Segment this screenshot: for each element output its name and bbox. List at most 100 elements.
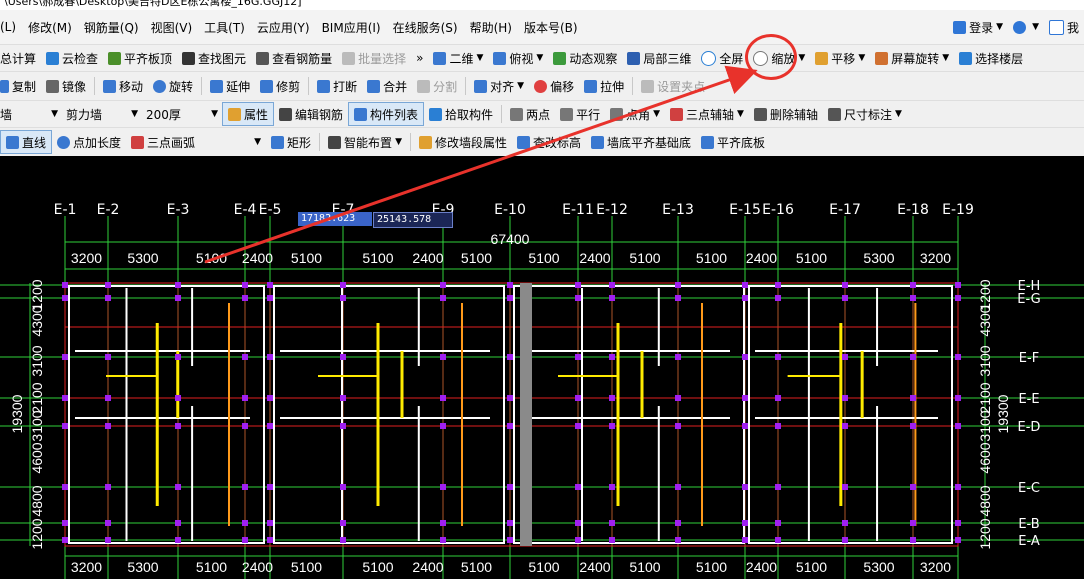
trim-button[interactable]: 修剪 xyxy=(255,75,305,97)
wall-bottom-flush-button[interactable]: 墙底平齐基础底 xyxy=(586,131,696,153)
rotate-button[interactable]: 旋转 xyxy=(148,75,198,97)
check-elevation-button[interactable]: 查改标高 xyxy=(512,131,586,153)
dimension-top: 3200 xyxy=(71,250,102,266)
offset-icon xyxy=(534,79,548,93)
stretch-label: 拉伸 xyxy=(600,79,625,94)
dimension-bottom: 5100 xyxy=(196,559,227,575)
screen-rotate-button[interactable]: 屏幕旋转 ▼ xyxy=(870,47,954,69)
mirror-button[interactable]: 镜像 xyxy=(41,75,91,97)
view-rebar-button[interactable]: 查看钢筋量 xyxy=(251,47,337,69)
column xyxy=(440,423,446,429)
pan-button[interactable]: 平移 ▼ xyxy=(810,47,870,69)
column xyxy=(910,537,916,543)
dimension-top: 2400 xyxy=(242,250,273,266)
copy-label: 复制 xyxy=(12,79,37,94)
find-element-label: 查找图元 xyxy=(198,51,247,66)
element-list-button[interactable]: 构件列表 xyxy=(348,102,425,126)
merge-button[interactable]: 合并 xyxy=(362,75,412,97)
line-button[interactable]: 直线 xyxy=(0,130,53,154)
menu-rebar[interactable]: 钢筋量(Q) xyxy=(78,19,145,36)
column xyxy=(507,354,513,360)
menu-online[interactable]: 在线服务(S) xyxy=(387,19,464,36)
two-point-axis-button[interactable]: 两点 xyxy=(505,103,555,125)
three-point-axis-button[interactable]: 三点辅轴 ▼ xyxy=(665,103,749,125)
parallel-axis-button[interactable]: 平行 xyxy=(555,103,605,125)
menu-bim[interactable]: BIM应用(I) xyxy=(316,19,387,36)
menu-version[interactable]: 版本号(B) xyxy=(518,19,584,36)
offset-button[interactable]: 偏移 xyxy=(529,75,579,97)
local-3d-label: 局部三维 xyxy=(643,51,692,66)
elevation-icon xyxy=(517,135,530,149)
column xyxy=(175,537,181,543)
flush-slab-top-button[interactable]: 平齐板顶 xyxy=(103,47,177,69)
menu-view[interactable]: 视图(V) xyxy=(145,19,199,36)
select-floor-button[interactable]: 选择楼层 xyxy=(954,47,1028,69)
dimension-bottom: 2400 xyxy=(579,559,610,575)
local-3d-button[interactable]: 局部三维 xyxy=(622,47,696,69)
column xyxy=(267,520,273,526)
flush-bottom-slab-button[interactable]: 平齐底板 xyxy=(696,131,770,153)
dynamic-observe-button[interactable]: 动态观察 xyxy=(548,47,622,69)
column xyxy=(440,354,446,360)
overflow-icon[interactable]: » xyxy=(411,47,428,69)
dimension-top: 5100 xyxy=(696,250,727,266)
rectangle-button[interactable]: 矩形 xyxy=(266,131,316,153)
point-angle-button[interactable]: 点角 ▼ xyxy=(605,103,665,125)
cloud-check-label: 云检查 xyxy=(62,51,99,66)
split-button[interactable]: 分割 xyxy=(412,75,462,97)
column xyxy=(675,395,681,401)
notify-button[interactable]: ▼ xyxy=(1008,16,1044,38)
dimension-bottom: 5100 xyxy=(629,559,660,575)
align-button[interactable]: 对齐 ▼ xyxy=(469,75,529,97)
find-element-button[interactable]: 查找图元 xyxy=(177,47,251,69)
drawing-canvas[interactable]: E-1 E-2 E-3 E-4 E-5 E-7 E-9 E-10 E-11 E-12 E-13 E-1… xyxy=(0,156,1084,579)
login-button[interactable]: 登录 ▼ xyxy=(948,16,1008,38)
menu-modify[interactable]: 修改(M) xyxy=(22,19,78,36)
stretch-button[interactable]: 拉伸 xyxy=(579,75,629,97)
column xyxy=(242,537,248,543)
element-type-select[interactable]: 墙 ▼ xyxy=(0,104,62,124)
point-length-button[interactable]: 点加长度 xyxy=(52,131,126,153)
batch-select-button[interactable]: 批量选择 xyxy=(337,47,411,69)
move-label: 移动 xyxy=(119,79,144,94)
dimension-right: 4600 xyxy=(977,442,993,473)
coordinate-x-input[interactable]: 17182.623 xyxy=(298,212,372,226)
separator xyxy=(94,77,96,95)
three-point-arc-button[interactable]: 三点画弧 ▼ xyxy=(126,131,266,153)
column xyxy=(175,423,181,429)
thickness-select[interactable]: 200厚 ▼ xyxy=(142,104,222,124)
extend-button[interactable]: 延伸 xyxy=(205,75,255,97)
break-button[interactable]: 打断 xyxy=(312,75,362,97)
menu-cloud[interactable]: 云应用(Y) xyxy=(251,19,316,36)
dimension-button[interactable]: 尺寸标注 ▼ xyxy=(823,103,907,125)
delete-axis-button[interactable]: 删除辅轴 xyxy=(749,103,823,125)
dimension-top: 5100 xyxy=(291,250,322,266)
menu-help[interactable]: 帮助(H) xyxy=(464,19,518,36)
menu-tools[interactable]: 工具(T) xyxy=(198,19,251,36)
pick-element-button[interactable]: 拾取构件 xyxy=(424,103,498,125)
top-view-button[interactable]: 俯视 ▼ xyxy=(488,47,548,69)
cloud-check-button[interactable]: 云检查 xyxy=(41,47,103,69)
column xyxy=(675,520,681,526)
move-icon xyxy=(103,79,117,93)
dimension-right: 4800 xyxy=(977,485,993,516)
column xyxy=(742,537,748,543)
dimension-bottom: 5100 xyxy=(461,559,492,575)
smart-layout-button[interactable]: 智能布置 ▼ xyxy=(323,131,407,153)
chevron-down-icon: ▼ xyxy=(895,109,902,119)
chevron-down-icon: ▼ xyxy=(1032,22,1039,32)
message-button[interactable]: 我 xyxy=(1044,16,1084,38)
view-2d-button[interactable]: 二维 ▼ xyxy=(428,47,488,69)
coordinate-y-input[interactable]: 25143.578 xyxy=(373,212,453,228)
copy-button[interactable]: 复制 xyxy=(0,75,41,97)
menu-file[interactable]: (L) xyxy=(0,20,22,34)
modify-wall-props-button[interactable]: 修改墙段属性 xyxy=(414,131,512,153)
line-label: 直线 xyxy=(22,135,47,150)
properties-button[interactable]: 属性 xyxy=(222,102,275,126)
fullscreen-button[interactable]: 全屏 xyxy=(696,47,748,69)
set-grip-button[interactable]: 设置夹点 xyxy=(636,75,710,97)
total-calc-button[interactable]: 总计算 xyxy=(0,47,41,69)
move-button[interactable]: 移动 xyxy=(98,75,148,97)
edit-rebar-button[interactable]: 编辑钢筋 xyxy=(274,103,348,125)
wall-type-select[interactable]: 剪力墙 ▼ xyxy=(62,104,142,124)
